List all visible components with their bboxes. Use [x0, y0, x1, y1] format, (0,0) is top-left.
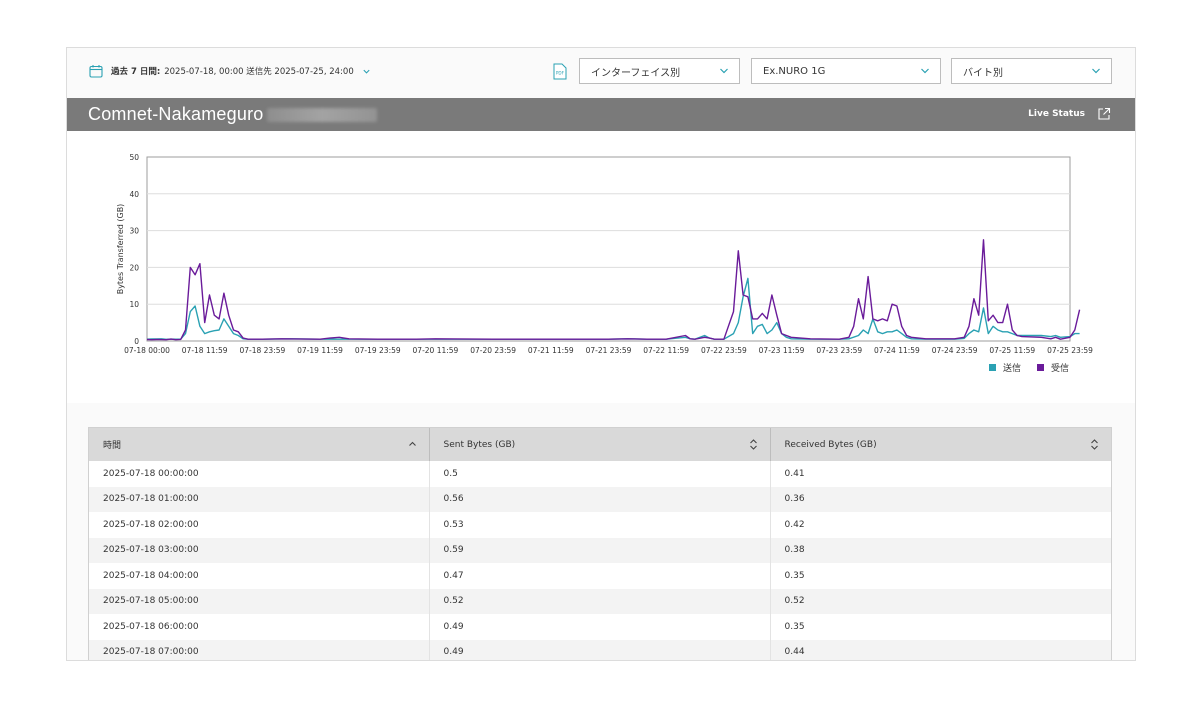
unit-select-value: バイト別 [963, 67, 1003, 79]
chevron-down-icon [720, 68, 728, 74]
cell-sent: 0.47 [429, 563, 771, 589]
x-tick-label: 07-25 11:59 [989, 346, 1035, 355]
x-tick-label: 07-18 23:59 [239, 346, 285, 355]
cell-received: 0.35 [784, 621, 805, 632]
y-tick-label: 20 [129, 263, 139, 272]
legend-swatch-sent [989, 364, 996, 371]
cell-time: 2025-07-18 01:00:00 [89, 486, 430, 512]
x-tick-label: 07-22 23:59 [701, 346, 747, 355]
cell-received: 0.36 [770, 486, 1111, 512]
x-tick-label: 07-21 11:59 [528, 346, 574, 355]
table-row: 2025-07-18 02:00:00 0.53 0.42 [89, 512, 1111, 538]
y-axis-label: Bytes Transferred (GB) [116, 204, 125, 295]
table-header-row: 時間 Sent Bytes (GB) Received Bytes (GB) [89, 428, 1111, 461]
cell-time: 2025-07-18 00:00:00 [89, 461, 430, 487]
interface-select[interactable]: インターフェイス別 [579, 58, 740, 84]
cell-sent: 0.56 [429, 486, 771, 512]
pdf-icon-label: PDF [556, 71, 565, 76]
cell-received: 0.42 [784, 519, 805, 530]
cell-sent: 0.49 [429, 639, 771, 660]
cell-sent: 0.49 [429, 614, 771, 640]
date-range-picker[interactable]: 過去 7 日間: 2025-07-18, 00:00 送信先 2025-07-2… [89, 62, 371, 80]
x-tick-label: 07-21 23:59 [586, 346, 632, 355]
chevron-down-icon [363, 69, 370, 74]
cell-time: 2025-07-18 02:00:00 [89, 512, 430, 538]
y-tick-label: 0 [134, 337, 139, 346]
date-range-value: 2025-07-18, 00:00 送信先 2025-07-25, 24:00 [164, 67, 354, 77]
cell-time: 2025-07-18 04:00:00 [89, 563, 430, 589]
x-tick-label: 07-23 11:59 [759, 346, 805, 355]
toolbar: 過去 7 日間: 2025-07-18, 00:00 送信先 2025-07-2… [67, 48, 1135, 98]
cell-received: 0.41 [784, 468, 805, 479]
x-tick-label: 07-25 23:59 [1047, 346, 1093, 355]
table-row: 2025-07-18 04:00:00 0.47 0.35 [89, 563, 1111, 589]
cell-time: 2025-07-18 05:00:00 [89, 588, 430, 614]
cell-received: 0.44 [770, 639, 1111, 660]
cell-sent: 0.5 [429, 461, 771, 487]
chevron-down-icon [1092, 68, 1100, 74]
column-header-label: 時間 [103, 441, 122, 451]
chart-area: 0 10 20 30 40 50 07-18 00:00 07-18 11:59 07-18 2… [67, 131, 1135, 403]
cell-received: 0.38 [770, 537, 1111, 563]
x-tick-label: 07-24 11:59 [874, 346, 920, 355]
cell-received: 0.35 [784, 570, 805, 581]
x-tick-label: 07-18 00:00 [124, 346, 170, 355]
table-row: 2025-07-18 00:00:00 0.5 0.41 [89, 461, 1111, 487]
legend-label-received: 受信 [1051, 362, 1069, 374]
device-name: Comnet-Nakameguro [88, 104, 264, 124]
x-tick-label: 07-23 23:59 [816, 346, 862, 355]
legend-label-sent: 送信 [1003, 362, 1021, 374]
date-range-label: 過去 7 日間: [111, 67, 161, 77]
cell-sent: 0.59 [429, 537, 771, 563]
column-header-label: Received Bytes (GB) [784, 439, 877, 450]
interface-select-value: インターフェイス別 [591, 67, 681, 79]
cell-sent: 0.52 [429, 588, 771, 614]
cell-time: 2025-07-18 03:00:00 [89, 537, 430, 563]
y-tick-label: 10 [129, 300, 139, 309]
y-tick-label: 30 [129, 227, 139, 236]
bandwidth-panel: 過去 7 日間: 2025-07-18, 00:00 送信先 2025-07-2… [66, 47, 1136, 661]
calendar-icon [89, 65, 103, 78]
sort-icon [749, 439, 757, 450]
x-tick-label: 07-24 23:59 [932, 346, 978, 355]
x-tick-label: 07-20 23:59 [470, 346, 516, 355]
table-row: 2025-07-18 05:00:00 0.52 0.52 [89, 588, 1111, 614]
traffic-chart: 0 10 20 30 40 50 07-18 00:00 07-18 11:59 07-18 2… [116, 153, 1093, 374]
y-tick-label: 40 [129, 190, 139, 199]
cell-sent: 0.53 [429, 512, 771, 538]
cell-time: 2025-07-18 07:00:00 [89, 639, 430, 660]
legend-swatch-received [1037, 364, 1044, 371]
sort-icon [1091, 439, 1098, 450]
traffic-table: 時間 Sent Bytes (GB) Received Bytes (GB) 2… [88, 427, 1112, 660]
cell-received: 0.52 [770, 588, 1111, 614]
column-header-label: Sent Bytes (GB) [443, 439, 516, 450]
x-tick-label: 07-19 23:59 [355, 346, 401, 355]
table-row: 2025-07-18 03:00:00 0.59 0.38 [89, 537, 1111, 563]
pdf-export-icon[interactable]: PDF [552, 63, 568, 80]
uplink-select[interactable]: Ex.NURO 1G [751, 58, 941, 84]
uplink-select-value: Ex.NURO 1G [763, 65, 826, 77]
column-header-sent[interactable]: Sent Bytes (GB) [429, 428, 771, 461]
x-tick-label: 07-18 11:59 [182, 346, 228, 355]
table-row: 2025-07-18 07:00:00 0.49 0.44 [89, 639, 1111, 660]
column-header-time[interactable]: 時間 [89, 428, 430, 461]
table-row: 2025-07-18 06:00:00 0.49 0.35 [89, 614, 1111, 640]
column-header-received[interactable]: Received Bytes (GB) [770, 428, 1111, 461]
cell-time: 2025-07-18 06:00:00 [89, 614, 430, 640]
chevron-down-icon [921, 68, 929, 74]
unit-select[interactable]: バイト別 [951, 58, 1112, 84]
y-tick-label: 50 [129, 153, 139, 162]
x-tick-label: 07-20 11:59 [413, 346, 459, 355]
live-status-link[interactable]: Live Status [1028, 109, 1085, 119]
redacted-serial [267, 107, 378, 122]
sort-ascending-icon [408, 441, 416, 446]
x-tick-label: 07-22 11:59 [643, 346, 689, 355]
table-row: 2025-07-18 01:00:00 0.56 0.36 [89, 486, 1111, 512]
device-title-bar: Comnet-Nakameguro Live Status [67, 98, 1135, 131]
x-tick-label: 07-19 11:59 [297, 346, 343, 355]
external-link-icon[interactable] [1097, 107, 1111, 121]
plot-frame [146, 156, 1071, 342]
